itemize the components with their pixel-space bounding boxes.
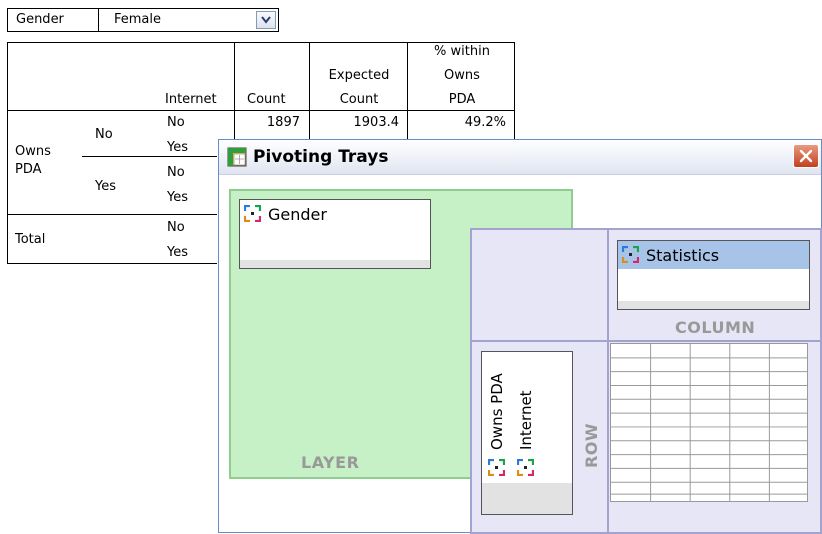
pivot-window-icon [227, 147, 247, 167]
table-cell: 1903.4 [353, 115, 400, 130]
window-titlebar[interactable]: Pivoting Trays [219, 140, 821, 175]
header-pct-3: PDA [448, 92, 476, 107]
layer-dimension-bar: Gender Female [7, 8, 279, 32]
layer-item-gender[interactable]: Gender [240, 200, 430, 228]
layer-tray-caption: LAYER [301, 453, 360, 472]
layer-tray-box: Gender [239, 199, 431, 269]
tray-strip [482, 483, 572, 514]
panel-divider-vertical [607, 230, 609, 532]
row-item-label: Owns PDA [488, 373, 506, 450]
pivot-dimension-icon [517, 459, 534, 476]
column-item-statistics[interactable]: Statistics [618, 241, 809, 269]
row-sub-no: No [95, 127, 113, 142]
row-group-owns: Owns [15, 144, 51, 159]
row-item-label: Internet [517, 390, 535, 450]
pivoting-trays-window[interactable]: Pivoting Trays Gender LAYER Statistics C… [218, 139, 822, 534]
pivot-dimension-icon [622, 246, 639, 263]
owns-pda-no-yes-divider [82, 156, 217, 157]
layer-bar-divider [98, 9, 99, 31]
window-title: Pivoting Trays [253, 147, 389, 167]
table-cell: No [167, 165, 185, 180]
total-divider [7, 214, 217, 215]
row-tray[interactable]: Owns PDA Internet [481, 351, 573, 515]
tray-strip [618, 301, 809, 309]
header-pct-1: % within [434, 44, 490, 59]
pivot-dimension-icon [488, 459, 505, 476]
table-bottom-border [7, 263, 217, 264]
close-icon [799, 149, 813, 163]
row-sub-yes: Yes [95, 179, 116, 194]
panel-divider-horizontal [472, 340, 820, 342]
table-cell: 1897 [266, 115, 300, 130]
header-expected-1: Expected [328, 68, 390, 83]
row-total: Total [15, 232, 46, 247]
row-group-pda: PDA [15, 162, 42, 177]
header-pct-2: Owns [444, 68, 480, 83]
layer-dimension-label: Gender [16, 12, 64, 27]
table-cell: Yes [167, 140, 188, 155]
row-item-internet[interactable]: Internet [512, 352, 539, 482]
table-preview-grid [610, 343, 808, 502]
table-cell: Yes [167, 245, 188, 260]
layer-dimension-value[interactable]: Female [114, 12, 161, 27]
dropdown-arrow-icon [261, 16, 271, 24]
header-internet: Internet [165, 92, 217, 107]
header-expected-2: Count [339, 92, 379, 107]
layer-item-label: Gender [268, 205, 327, 224]
close-button[interactable] [793, 144, 819, 168]
table-cell: 49.2% [464, 115, 506, 130]
header-count: Count [247, 92, 286, 107]
col-divider-2 [309, 42, 310, 139]
table-left-border [7, 42, 8, 264]
column-tray[interactable]: Statistics [617, 240, 810, 310]
col-divider-3 [407, 42, 408, 139]
table-cell: No [167, 220, 185, 235]
layer-dropdown-button[interactable] [256, 11, 276, 29]
row-column-tray-panel: Statistics COLUMN Owns PDA Internet ROW [470, 228, 822, 534]
column-tray-caption: COLUMN [675, 318, 756, 337]
pivot-dimension-icon [244, 205, 261, 222]
row-item-owns-pda[interactable]: Owns PDA [483, 352, 510, 482]
row-tray-caption: ROW [582, 422, 601, 468]
table-header-border [7, 110, 515, 111]
table-top-border [7, 42, 515, 43]
tray-strip [240, 260, 430, 268]
table-cell: No [167, 115, 185, 130]
table-right-border [514, 42, 515, 139]
column-item-label: Statistics [646, 246, 720, 265]
table-cell: Yes [167, 190, 188, 205]
col-divider-1 [234, 42, 235, 139]
